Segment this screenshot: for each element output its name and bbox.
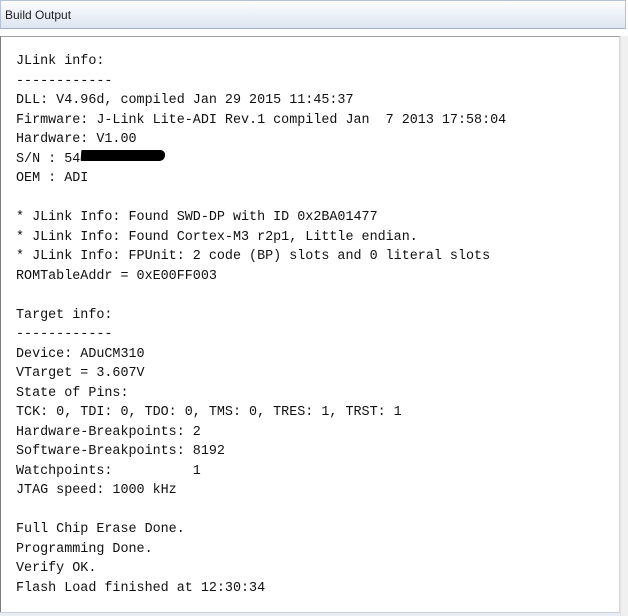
log-line: Flash Load finished at 12:30:34: [16, 580, 266, 596]
log-line: Full Chip Erase Done.: [16, 522, 185, 537]
window-title: Build Output: [5, 8, 72, 22]
log-line: Software-Breakpoints: 8192: [16, 444, 225, 459]
log-line: * JLink Info: Found SWD-DP with ID 0x2BA…: [16, 210, 378, 225]
log-line: Watchpoints: 1: [16, 463, 201, 479]
log-line: Hardware-Breakpoints: 2: [16, 424, 201, 440]
log-line: JTAG speed: 1000 kHz: [16, 483, 177, 498]
vertical-scrollbar[interactable]: [620, 36, 628, 616]
log-line: Device: ADuCM310: [16, 346, 145, 362]
redaction-mark: [80, 150, 166, 162]
horizontal-scrollbar[interactable]: [0, 612, 620, 616]
build-output-log: JLink info: ------------ DLL: V4.96d, co…: [16, 52, 616, 598]
build-output-title-bar: Build Output: [0, 0, 626, 29]
log-line: Programming Done.: [16, 541, 153, 557]
serial-number-text: S/N : 54: [16, 151, 81, 167]
log-line: OEM : ADI: [16, 171, 89, 186]
log-line: Firmware: J-Link Lite-ADI Rev.1 compiled…: [16, 112, 507, 128]
log-line: ------------: [16, 73, 113, 89]
log-line: * JLink Info: Found Cortex-M3 r2p1, Litt…: [16, 229, 418, 245]
log-line: Verify OK.: [16, 561, 97, 576]
log-line: ------------: [16, 327, 113, 342]
log-line: DLL: V4.96d, compiled Jan 29 2015 11:45:…: [16, 93, 354, 108]
log-line: State of Pins:: [16, 385, 129, 401]
serial-number-line: S/N : 54: [16, 150, 616, 170]
log-line: * JLink Info: FPUnit: 2 code (BP) slots …: [16, 249, 491, 264]
log-line: TCK: 0, TDI: 0, TDO: 0, TMS: 0, TRES: 1,…: [16, 405, 402, 420]
log-line: Hardware: V1.00: [16, 132, 137, 147]
log-line: JLink info:: [16, 54, 105, 69]
log-line: VTarget = 3.607V: [16, 366, 145, 381]
log-line: ROMTableAddr = 0xE00FF003: [16, 268, 217, 284]
log-line: Target info:: [16, 307, 113, 323]
